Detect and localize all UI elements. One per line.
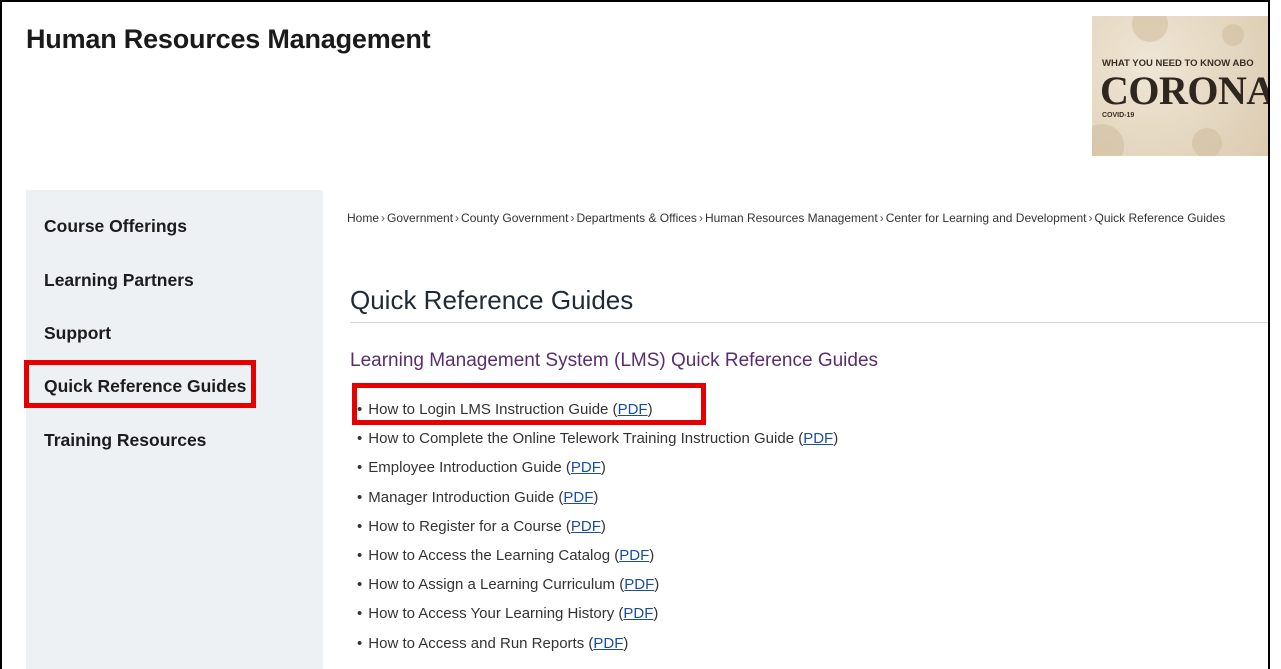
- pdf-link[interactable]: PDF: [619, 547, 649, 564]
- virus-decoration: [1192, 128, 1222, 156]
- list-item: • How to Assign a Learning Curriculum (PD…: [357, 576, 660, 594]
- breadcrumb-separator: ›: [879, 211, 884, 225]
- guide-title: How to Access the Learning Catalog: [368, 546, 611, 564]
- list-item: • How to Register for a Course (PDF): [357, 517, 606, 535]
- pdf-link[interactable]: PDF: [803, 430, 833, 447]
- guide-title: How to Access and Run Reports: [368, 634, 585, 652]
- coronavirus-banner[interactable]: WHAT YOU NEED TO KNOW ABO CORONAVI COVID…: [1092, 16, 1270, 156]
- bullet: •: [357, 576, 363, 594]
- guide-title: How to Register for a Course: [368, 517, 562, 535]
- page-frame: Human Resources Management WHAT YOU NEED…: [0, 0, 1270, 669]
- guide-title: Employee Introduction Guide: [368, 459, 562, 477]
- section-title: Learning Management System (LMS) Quick R…: [350, 350, 879, 371]
- guide-highlight-box: [352, 383, 706, 425]
- bullet: •: [357, 488, 363, 506]
- guide-list: • How to Login LMS Instruction Guide (PDF…: [357, 398, 838, 661]
- breadcrumb-current: Quick Reference Guides: [1094, 211, 1226, 225]
- bullet: •: [357, 517, 363, 535]
- bullet: •: [357, 546, 363, 564]
- virus-decoration: [1092, 124, 1124, 156]
- breadcrumb-separator: ›: [1088, 211, 1093, 225]
- breadcrumb-government[interactable]: Government: [387, 211, 453, 225]
- sidebar-item-support[interactable]: Support: [44, 323, 111, 344]
- list-item: • How to Access the Learning Catalog (PDF…: [357, 546, 655, 564]
- guide-title: How to Complete the Online Telework Trai…: [368, 430, 795, 448]
- page-title: Quick Reference Guides: [350, 285, 634, 315]
- breadcrumb-separator: ›: [381, 211, 386, 225]
- guide-title: How to Access Your Learning History: [368, 605, 615, 623]
- breadcrumb-county-government[interactable]: County Government: [461, 211, 568, 225]
- list-item: • How to Access and Run Reports (PDF): [357, 634, 629, 652]
- banner-title: CORONAVI: [1100, 68, 1270, 113]
- sidebar-item-course-offerings[interactable]: Course Offerings: [44, 216, 187, 237]
- breadcrumb-home[interactable]: Home: [347, 211, 379, 225]
- pdf-link[interactable]: PDF: [623, 605, 653, 622]
- banner-tag: COVID-19: [1102, 112, 1135, 119]
- breadcrumb-separator: ›: [570, 211, 575, 225]
- breadcrumb: Home › Government › County Government › Depart…: [347, 210, 1268, 227]
- pdf-link[interactable]: PDF: [571, 518, 601, 535]
- pdf-link[interactable]: PDF: [571, 459, 601, 476]
- bullet: •: [357, 634, 363, 652]
- breadcrumb-separator: ›: [455, 211, 460, 225]
- pdf-link[interactable]: PDF: [563, 489, 593, 506]
- list-item: • Employee Introduction Guide (PDF): [357, 459, 606, 477]
- breadcrumb-separator: ›: [698, 211, 703, 225]
- bullet: •: [357, 459, 363, 477]
- guide-title: How to Assign a Learning Curriculum: [368, 576, 616, 594]
- breadcrumb-center-for-learning[interactable]: Center for Learning and Development: [886, 211, 1087, 225]
- sidebar-item-learning-partners[interactable]: Learning Partners: [44, 270, 194, 291]
- list-item: • How to Access Your Learning History (PD…: [357, 605, 659, 623]
- heading-divider: [350, 322, 1268, 323]
- breadcrumb-human-resources-management[interactable]: Human Resources Management: [705, 211, 878, 225]
- guide-title: Manager Introduction Guide: [368, 488, 555, 506]
- sidebar-highlight-box: [24, 360, 256, 408]
- sidebar-item-training-resources[interactable]: Training Resources: [44, 430, 206, 451]
- virus-decoration: [1222, 24, 1244, 46]
- list-item: • How to Complete the Online Telework Tra…: [357, 430, 839, 448]
- virus-decoration: [1132, 16, 1168, 42]
- bullet: •: [357, 605, 363, 623]
- pdf-link[interactable]: PDF: [593, 635, 623, 652]
- list-item: • Manager Introduction Guide (PDF): [357, 488, 599, 506]
- site-title[interactable]: Human Resources Management: [26, 24, 431, 55]
- sidebar-nav: Course Offerings Learning Partners Suppo…: [26, 190, 323, 669]
- bullet: •: [357, 430, 363, 448]
- pdf-link[interactable]: PDF: [624, 576, 654, 593]
- breadcrumb-departments-offices[interactable]: Departments & Offices: [576, 211, 697, 225]
